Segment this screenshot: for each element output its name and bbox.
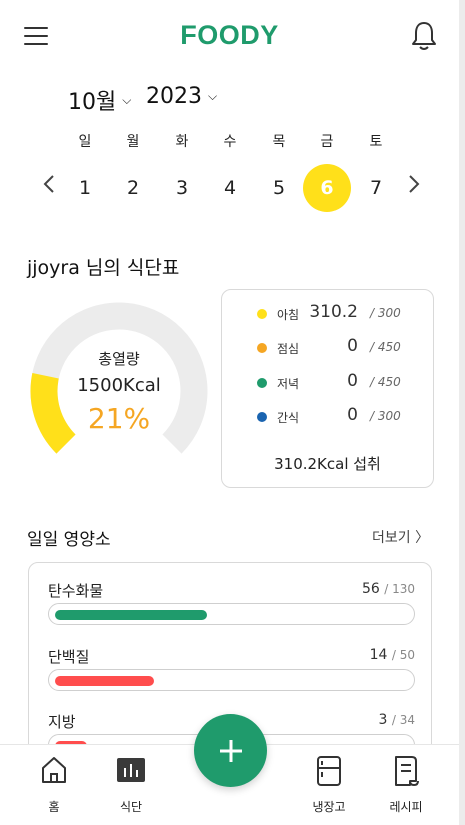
day-cell[interactable]: 3 bbox=[158, 164, 206, 212]
nutrient-name: 탄수화물 bbox=[48, 582, 104, 600]
day-cell[interactable]: 5 bbox=[255, 164, 303, 212]
day-cell[interactable]: 2 bbox=[109, 164, 157, 212]
top-header: FOODY bbox=[0, 0, 459, 72]
meal-plan-title: jjoyra 님의 식단표 bbox=[27, 257, 180, 279]
year-label: 2023 bbox=[146, 84, 202, 109]
chevron-down-icon: ⌵ bbox=[122, 92, 132, 107]
nav-label: 냉장고 bbox=[312, 800, 346, 814]
nutrient-value: 3 / 34 bbox=[378, 712, 415, 728]
weekday-label: 금 bbox=[320, 134, 334, 150]
nutrient-progress-fill bbox=[55, 610, 207, 620]
bell-icon[interactable] bbox=[409, 20, 441, 52]
nutrient-progress-track bbox=[48, 603, 415, 625]
meal-dot bbox=[257, 309, 267, 319]
donut-percent: 21% bbox=[87, 401, 151, 435]
nav-label: 레시피 bbox=[389, 800, 423, 814]
nutrition-title: 일일 영양소 bbox=[27, 530, 111, 550]
meal-max: / 300 bbox=[370, 306, 401, 320]
month-select[interactable]: 10월 ⌵ bbox=[68, 84, 131, 116]
meal-name: 점심 bbox=[277, 342, 300, 356]
month-label: 10월 bbox=[68, 90, 117, 115]
brand-logo: FOODY bbox=[180, 20, 279, 50]
week-day-row: 1 2 3 4 5 6 7 bbox=[0, 164, 459, 212]
meal-name: 저녁 bbox=[277, 377, 300, 391]
nutrient-max: / 50 bbox=[391, 648, 415, 662]
total-intake: 310.2Kcal 섭취 bbox=[274, 455, 381, 473]
nutrient-row-protein: 단백질 14 / 50 bbox=[29, 646, 431, 696]
nutrient-amount: 56 bbox=[361, 581, 380, 597]
nav-diet[interactable]: 식단 bbox=[101, 751, 161, 817]
chart-icon bbox=[117, 758, 145, 782]
day-cell[interactable]: 4 bbox=[206, 164, 254, 212]
nutrient-row-carbs: 탄수화물 56 / 130 bbox=[29, 580, 431, 630]
chevron-right-icon[interactable] bbox=[402, 173, 426, 201]
meal-value: 310.2 bbox=[309, 302, 358, 322]
nutrient-amount: 3 bbox=[378, 712, 388, 728]
day-cell[interactable]: 7 bbox=[352, 164, 400, 212]
weekday-label: 목 bbox=[272, 134, 286, 150]
meal-row-breakfast: 아침 310.2 / 300 bbox=[222, 301, 435, 327]
weekday-label: 월 bbox=[126, 134, 140, 150]
nav-label: 식단 bbox=[119, 800, 143, 814]
home-icon bbox=[42, 757, 66, 783]
nutrient-progress-track bbox=[48, 669, 415, 691]
meal-summary-card[interactable]: 아침 310.2 / 300 점심 0 / 450 저녁 0 / 450 간식 … bbox=[221, 289, 434, 488]
nutrient-name: 지방 bbox=[48, 713, 76, 731]
meal-name: 간식 bbox=[277, 411, 300, 425]
meal-value: 0 bbox=[347, 336, 358, 356]
donut-label: 총열량 bbox=[98, 349, 140, 368]
meal-dot bbox=[257, 343, 267, 353]
nav-fridge[interactable]: 냉장고 bbox=[299, 751, 359, 817]
nav-home[interactable]: 홈 bbox=[24, 751, 84, 817]
meal-max: / 450 bbox=[370, 375, 401, 389]
donut-center: 총열량 1500Kcal 21% bbox=[30, 302, 208, 480]
meal-row-dinner: 저녁 0 / 450 bbox=[222, 370, 435, 396]
meal-dot bbox=[257, 378, 267, 388]
fridge-icon bbox=[317, 756, 341, 786]
nutrient-value: 56 / 130 bbox=[362, 581, 415, 597]
meal-max: / 300 bbox=[370, 409, 401, 423]
year-select[interactable]: 2023 ⌵ bbox=[146, 84, 217, 109]
meal-value: 0 bbox=[347, 405, 358, 425]
plus-icon bbox=[219, 739, 242, 762]
day-cell-selected[interactable]: 6 bbox=[303, 164, 351, 212]
donut-total: 1500Kcal bbox=[77, 374, 161, 396]
chevron-left-icon[interactable] bbox=[37, 173, 61, 201]
nav-label: 홈 bbox=[48, 800, 60, 814]
chevron-down-icon: ⌵ bbox=[208, 89, 218, 103]
nutrient-amount: 14 bbox=[369, 647, 388, 663]
meal-name: 아침 bbox=[277, 308, 300, 322]
weekday-label: 수 bbox=[223, 134, 237, 150]
day-cell[interactable]: 1 bbox=[61, 164, 109, 212]
meal-row-lunch: 점심 0 / 450 bbox=[222, 335, 435, 361]
add-meal-button[interactable] bbox=[194, 714, 267, 787]
meal-max: / 450 bbox=[370, 340, 401, 354]
nutrient-value: 14 / 50 bbox=[370, 647, 415, 663]
nutrient-max: / 130 bbox=[384, 582, 415, 596]
meal-row-snack: 간식 0 / 300 bbox=[222, 404, 435, 430]
weekday-header: 일 월 화 수 목 금 토 bbox=[61, 131, 401, 151]
nav-recipe[interactable]: 레시피 bbox=[376, 751, 436, 817]
weekday-label: 화 bbox=[175, 134, 189, 150]
more-link[interactable]: 더보기 〉 bbox=[372, 527, 429, 547]
meal-value: 0 bbox=[347, 371, 358, 391]
meal-dot bbox=[257, 412, 267, 422]
nutrient-name: 단백질 bbox=[48, 648, 90, 666]
weekday-label: 일 bbox=[78, 134, 92, 150]
nutrient-progress-fill bbox=[55, 676, 154, 686]
nutrient-max: / 34 bbox=[391, 713, 415, 727]
recipe-icon bbox=[395, 756, 419, 787]
weekday-label: 토 bbox=[369, 134, 383, 150]
app-screen: FOODY 10월 ⌵ 2023 ⌵ 일 월 화 수 목 금 토 1 2 3 4 bbox=[0, 0, 465, 825]
